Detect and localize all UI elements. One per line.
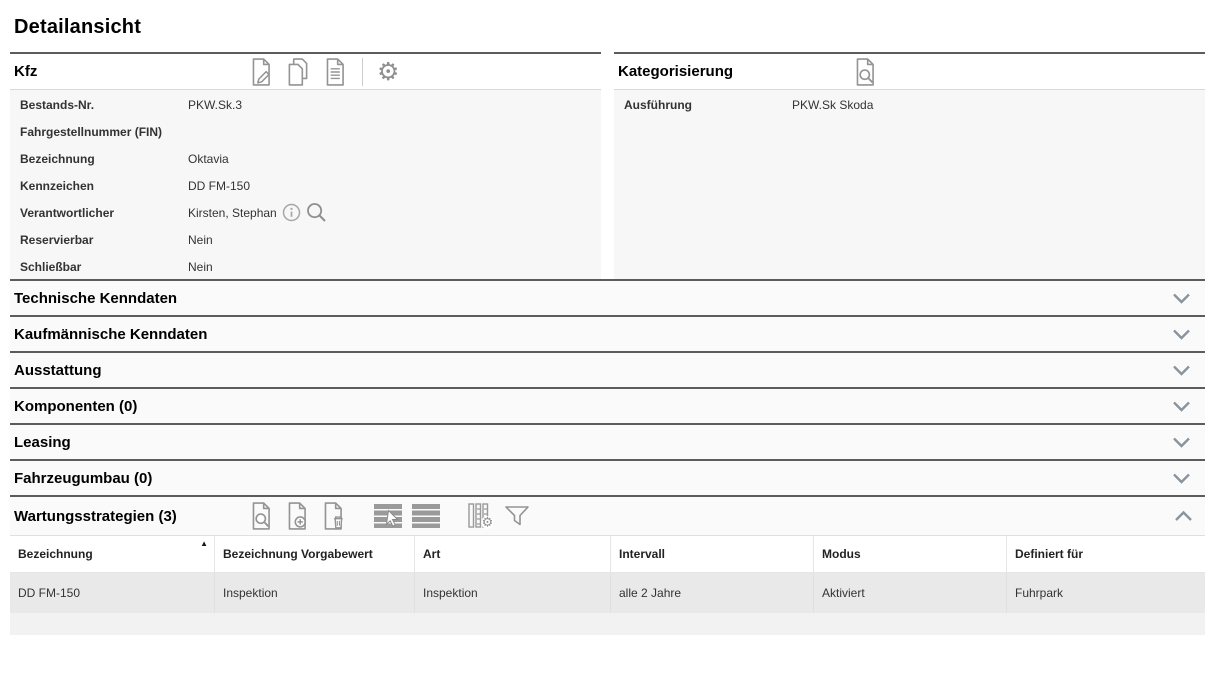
field-value: PKW.Sk.3 bbox=[188, 98, 242, 112]
field-value: Nein bbox=[188, 260, 213, 274]
column-header-label: Bezeichnung bbox=[18, 547, 93, 561]
field-value-text: Kirsten, Stephan bbox=[188, 206, 277, 220]
kategorisierung-fields: Ausführung PKW.Sk Skoda bbox=[614, 90, 1205, 279]
column-header-bezeichnung[interactable]: Bezeichnung ▲ bbox=[10, 536, 215, 572]
rows-icon[interactable] bbox=[412, 504, 440, 528]
section-label: Wartungsstrategien (3) bbox=[12, 508, 248, 525]
kfz-panel: Kfz bbox=[10, 52, 601, 279]
kategorisierung-toolbar bbox=[852, 58, 878, 86]
section-label: Leasing bbox=[14, 434, 71, 451]
gear-icon[interactable]: ⚙ bbox=[377, 59, 399, 85]
info-icon[interactable] bbox=[282, 203, 301, 222]
chevron-up-icon[interactable] bbox=[1174, 510, 1193, 523]
column-header-definiert-fuer[interactable]: Definiert für bbox=[1007, 536, 1205, 572]
section-technische-kenndaten[interactable]: Technische Kenndaten bbox=[10, 279, 1205, 315]
column-header-modus[interactable]: Modus bbox=[814, 536, 1007, 572]
document-search-icon[interactable] bbox=[248, 502, 274, 530]
field-value: Nein bbox=[188, 233, 213, 247]
field-value: Oktavia bbox=[188, 152, 229, 166]
wartungsstrategien-table: Bezeichnung ▲ Bezeichnung Vorgabewert Ar… bbox=[10, 535, 1205, 635]
field-label: Kennzeichen bbox=[20, 179, 188, 193]
field-row-schliessbar: Schließbar Nein bbox=[10, 253, 601, 280]
section-label: Komponenten (0) bbox=[14, 398, 137, 415]
detail-page: Detailansicht Kfz bbox=[10, 16, 1205, 635]
wartungsstrategien-toolbar: ⚙ bbox=[248, 502, 530, 530]
column-header-bezeichnung-vorgabewert[interactable]: Bezeichnung Vorgabewert bbox=[215, 536, 415, 572]
column-header-label: Intervall bbox=[619, 547, 665, 561]
field-value: DD FM-150 bbox=[188, 179, 250, 193]
field-row-kennzeichen: Kennzeichen DD FM-150 bbox=[10, 172, 601, 199]
kategorisierung-panel-title: Kategorisierung bbox=[616, 63, 852, 80]
column-header-intervall[interactable]: Intervall bbox=[611, 536, 814, 572]
field-row-ausfuehrung: Ausführung PKW.Sk Skoda bbox=[614, 91, 1205, 118]
cell-modus: Aktiviert bbox=[814, 573, 1007, 613]
section-kaufmaennische-kenndaten[interactable]: Kaufmännische Kenndaten bbox=[10, 315, 1205, 351]
chevron-down-icon[interactable] bbox=[1172, 364, 1191, 377]
section-label: Ausstattung bbox=[14, 362, 102, 379]
chevron-down-icon[interactable] bbox=[1172, 328, 1191, 341]
svg-text:⚙: ⚙ bbox=[482, 516, 494, 530]
field-label: Reservierbar bbox=[20, 233, 188, 247]
kfz-panel-header: Kfz bbox=[10, 52, 601, 90]
protocol-document-icon[interactable] bbox=[322, 58, 348, 86]
page-title: Detailansicht bbox=[14, 16, 1201, 39]
field-row-reservierbar: Reservierbar Nein bbox=[10, 226, 601, 253]
field-row-verantwortlicher: Verantwortlicher Kirsten, Stephan bbox=[10, 199, 601, 226]
document-add-icon[interactable] bbox=[284, 502, 310, 530]
kategorisierung-panel-header: Kategorisierung bbox=[614, 52, 1205, 90]
field-label: Fahrgestellnummer (FIN) bbox=[20, 125, 188, 139]
kategorisierung-panel: Kategorisierung Ausführung PKW. bbox=[614, 52, 1205, 279]
cell-definiert-fuer: Fuhrpark bbox=[1007, 573, 1205, 613]
cell-intervall: alle 2 Jahre bbox=[611, 573, 814, 613]
kfz-panel-title: Kfz bbox=[12, 63, 248, 80]
section-komponenten[interactable]: Komponenten (0) bbox=[10, 387, 1205, 423]
section-fahrzeugumbau[interactable]: Fahrzeugumbau (0) bbox=[10, 459, 1205, 495]
column-header-label: Bezeichnung Vorgabewert bbox=[223, 547, 373, 561]
column-settings-icon[interactable]: ⚙ bbox=[468, 503, 494, 529]
field-value: PKW.Sk Skoda bbox=[792, 98, 873, 112]
kfz-toolbar: ⚙ bbox=[248, 58, 399, 86]
field-label: Bestands-Nr. bbox=[20, 98, 188, 112]
copy-icon[interactable] bbox=[285, 58, 311, 86]
field-label: Schließbar bbox=[20, 260, 188, 274]
field-row-bestands-nr: Bestands-Nr. PKW.Sk.3 bbox=[10, 91, 601, 118]
column-header-label: Definiert für bbox=[1015, 547, 1083, 561]
section-label: Technische Kenndaten bbox=[14, 290, 177, 307]
search-icon[interactable] bbox=[306, 202, 327, 223]
field-row-fin: Fahrgestellnummer (FIN) bbox=[10, 118, 601, 145]
chevron-down-icon[interactable] bbox=[1172, 472, 1191, 485]
chevron-down-icon[interactable] bbox=[1172, 292, 1191, 305]
field-label: Verantwortlicher bbox=[20, 206, 188, 220]
chevron-down-icon[interactable] bbox=[1172, 400, 1191, 413]
cell-bezeichnung-vorgabewert: Inspektion bbox=[215, 573, 415, 613]
section-leasing[interactable]: Leasing bbox=[10, 423, 1205, 459]
document-delete-icon[interactable] bbox=[320, 502, 346, 530]
field-label: Ausführung bbox=[624, 98, 792, 112]
column-header-label: Modus bbox=[822, 547, 861, 561]
section-label: Kaufmännische Kenndaten bbox=[14, 326, 207, 343]
section-wartungsstrategien[interactable]: Wartungsstrategien (3) bbox=[10, 495, 1205, 535]
table-footer-area bbox=[10, 613, 1205, 635]
table-row[interactable]: DD FM-150 Inspektion Inspektion alle 2 J… bbox=[10, 573, 1205, 613]
field-label: Bezeichnung bbox=[20, 152, 188, 166]
sort-ascending-icon[interactable]: ▲ bbox=[200, 540, 208, 548]
edit-document-icon[interactable] bbox=[248, 58, 274, 86]
toolbar-separator bbox=[362, 58, 363, 86]
cell-bezeichnung: DD FM-150 bbox=[10, 573, 215, 613]
cell-art: Inspektion bbox=[415, 573, 611, 613]
column-header-label: Art bbox=[423, 547, 440, 561]
section-ausstattung[interactable]: Ausstattung bbox=[10, 351, 1205, 387]
table-header-row: Bezeichnung ▲ Bezeichnung Vorgabewert Ar… bbox=[10, 536, 1205, 573]
column-header-art[interactable]: Art bbox=[415, 536, 611, 572]
filter-icon[interactable] bbox=[504, 505, 530, 528]
top-panels: Kfz bbox=[10, 52, 1205, 279]
select-rows-icon[interactable] bbox=[374, 504, 402, 528]
field-value: Kirsten, Stephan bbox=[188, 202, 327, 223]
chevron-down-icon[interactable] bbox=[1172, 436, 1191, 449]
field-row-bezeichnung: Bezeichnung Oktavia bbox=[10, 145, 601, 172]
section-label: Fahrzeugumbau (0) bbox=[14, 470, 152, 487]
kfz-fields: Bestands-Nr. PKW.Sk.3 Fahrgestellnummer … bbox=[10, 90, 601, 279]
document-search-icon[interactable] bbox=[852, 58, 878, 86]
